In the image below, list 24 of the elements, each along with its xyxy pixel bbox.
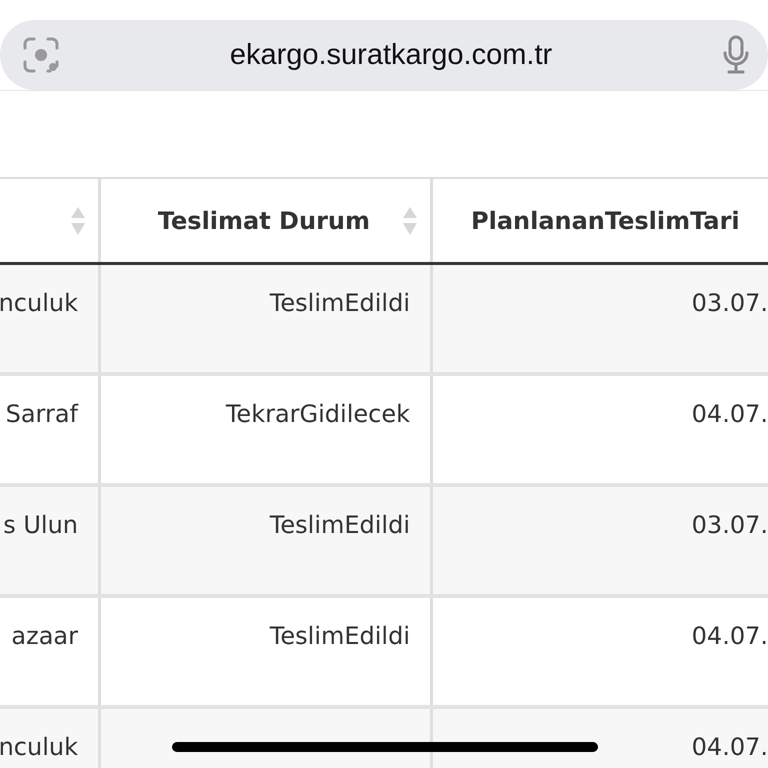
table-cell: nculuk bbox=[0, 733, 78, 761]
table-cell: nculuk bbox=[0, 289, 78, 317]
column-title: Teslimat Durum bbox=[158, 206, 370, 234]
column-header[interactable]: Teslimat Durum bbox=[101, 179, 433, 262]
table-cell: azaar bbox=[11, 622, 78, 650]
table-cell: TeslimEdildi bbox=[270, 511, 410, 539]
url-text[interactable]: ekargo.suratkargo.com.tr bbox=[230, 38, 552, 72]
table-cell: 04.07. bbox=[692, 733, 768, 761]
table-cell: 04.07. bbox=[692, 622, 768, 650]
table-cell: s Ulun bbox=[3, 511, 78, 539]
table-cell: 03.07. bbox=[692, 289, 768, 317]
table-cell: TeslimEdildi bbox=[270, 289, 410, 317]
column-header[interactable]: PlanlananTeslimTari bbox=[433, 179, 768, 262]
table-cell: TeslimEdildi bbox=[270, 622, 410, 650]
table-cell: TekrarGidilecek bbox=[226, 400, 410, 428]
address-bar[interactable]: ekargo.suratkargo.com.tr bbox=[0, 20, 768, 90]
microphone-icon[interactable] bbox=[722, 35, 750, 75]
table-cell: Sarraf bbox=[6, 400, 78, 428]
table-cell: 04.07. bbox=[692, 400, 768, 428]
sort-icon[interactable] bbox=[402, 206, 418, 236]
camera-search-icon[interactable] bbox=[22, 36, 60, 74]
table-cell: 03.07. bbox=[692, 511, 768, 539]
column-title: PlanlananTeslimTari bbox=[471, 206, 740, 234]
sort-icon[interactable] bbox=[70, 206, 86, 236]
